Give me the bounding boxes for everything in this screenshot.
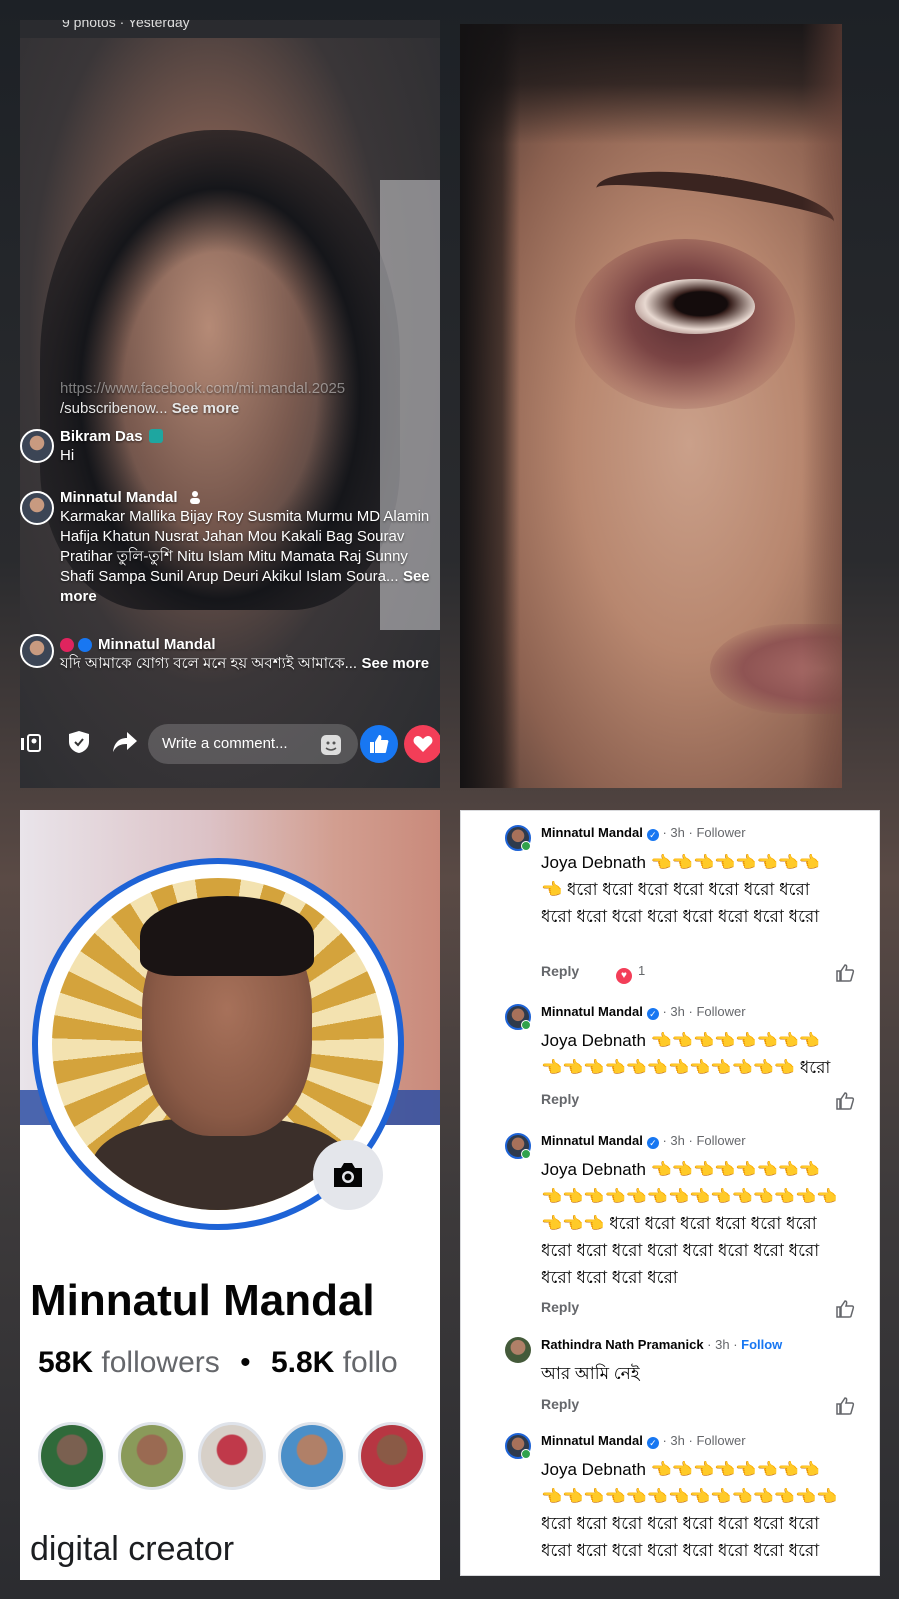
avatar[interactable]: [505, 1433, 531, 1459]
comment-header: Minnatul Mandal ✓ · 3h · Follower: [541, 1004, 746, 1020]
person-icon: [189, 491, 200, 504]
verified-icon: [78, 638, 92, 652]
comment-text: Joya Debnath 👈👈👈👈👈👈👈👈👈👈👈👈👈👈👈👈👈👈👈👈👈👈👈👈👈 ধ…: [541, 1160, 838, 1287]
comments-panel: Minnatul Mandal ✓ · 3h · Follower Joya De…: [460, 810, 880, 1576]
comment-time[interactable]: 3h: [670, 1433, 684, 1448]
comment-header: Rathindra Nath Pramanick · 3h · Follow: [541, 1337, 783, 1352]
see-more-link[interactable]: See more: [362, 655, 430, 672]
thumbs-up-icon: [370, 735, 389, 753]
comment-header: Minnatul Mandal ✓ · 3h · Follower: [541, 825, 746, 841]
live-comment: Minnatul Mandal যদি আমাকে যোগ্য বলে মনে …: [60, 636, 430, 672]
follower-badge: Follower: [696, 1133, 746, 1148]
verified-icon: ✓: [646, 1137, 659, 1149]
reply-button[interactable]: Reply: [541, 1091, 579, 1107]
follower-badge: Follower: [696, 825, 746, 840]
verified-icon: ✓: [646, 1437, 659, 1449]
avatar[interactable]: [505, 1337, 531, 1363]
comment-time[interactable]: 3h: [670, 825, 684, 840]
love-reaction-button[interactable]: [404, 725, 440, 763]
comment-author[interactable]: Minnatul Mandal: [541, 1133, 643, 1148]
following-label[interactable]: follo: [343, 1346, 398, 1379]
comment-time[interactable]: 3h: [715, 1337, 729, 1352]
live-comment: Minnatul Mandal Karmakar Mallika Bijay R…: [60, 489, 430, 605]
heart-icon: [413, 736, 433, 752]
photo-count-text: 9 photos · Yesterday: [62, 20, 190, 30]
following-count[interactable]: 5.8K: [271, 1346, 334, 1379]
comment-author[interactable]: Minnatul Mandal: [541, 825, 643, 840]
verified-icon: ✓: [646, 1008, 659, 1020]
reaction-count[interactable]: ♥ 1: [616, 963, 645, 984]
photo-count-bar: 9 photos · Yesterday: [20, 20, 440, 38]
live-video-panel: 9 photos · Yesterday https://www.faceboo…: [20, 20, 440, 788]
reply-button[interactable]: Reply: [541, 963, 579, 979]
follower-badge: Follower: [696, 1004, 746, 1019]
like-icon[interactable]: [835, 1299, 855, 1319]
live-icon: [60, 638, 74, 652]
reply-button[interactable]: Reply: [541, 1396, 579, 1412]
photo-eye: [635, 279, 755, 334]
info-icon[interactable]: [20, 732, 42, 754]
reply-button[interactable]: Reply: [541, 1299, 579, 1315]
like-icon[interactable]: [835, 1091, 855, 1111]
profile-panel: Minnatul Mandal 58K followers • 5.8K fol…: [20, 810, 440, 1580]
online-indicator: [521, 841, 531, 851]
comment-text: Joya Debnath 👈👈👈👈👈👈👈👈👈👈👈👈👈👈👈👈👈👈👈👈👈👈 ধরো …: [541, 1460, 838, 1560]
avatar[interactable]: [20, 634, 54, 668]
avatar[interactable]: [20, 429, 54, 463]
sticker-icon[interactable]: [320, 734, 342, 756]
comment-header: Minnatul Mandal ✓ · 3h · Follower: [541, 1133, 746, 1149]
follower-badge: Follower: [696, 1433, 746, 1448]
avatar[interactable]: [505, 1133, 531, 1159]
avatar[interactable]: [505, 825, 531, 851]
photo-hair-side: [460, 24, 520, 788]
see-more-link[interactable]: See more: [172, 400, 240, 417]
camera-button[interactable]: [313, 1140, 383, 1210]
online-indicator: [521, 1149, 531, 1159]
comment-author[interactable]: Minnatul Mandal: [541, 1433, 643, 1448]
like-icon[interactable]: [835, 1396, 855, 1416]
comment-text: Joya Debnath 👈👈👈👈👈👈👈👈👈 ধরো ধরো ধরো ধরো ধ…: [541, 853, 820, 926]
avatar[interactable]: [358, 1422, 426, 1490]
followers-count[interactable]: 58K: [38, 1346, 93, 1379]
like-icon[interactable]: [835, 963, 855, 983]
closeup-photo: [460, 24, 842, 788]
profile-category: digital creator: [30, 1530, 235, 1568]
comment-author[interactable]: Minnatul Mandal: [541, 1004, 643, 1019]
like-reaction-button[interactable]: [360, 725, 398, 763]
avatar[interactable]: [118, 1422, 186, 1490]
online-indicator: [521, 1449, 531, 1459]
online-indicator: [521, 1020, 531, 1030]
camera-icon: [334, 1163, 362, 1187]
shield-icon[interactable]: [68, 730, 90, 754]
avatar[interactable]: [20, 491, 54, 525]
photo-eyebrow: [592, 159, 838, 251]
avatar[interactable]: [198, 1422, 266, 1490]
followers-label[interactable]: followers: [101, 1346, 219, 1379]
friend-avatars: [38, 1422, 438, 1494]
comment-text: আর আমি নেই: [541, 1364, 640, 1383]
stats-separator: •: [240, 1346, 251, 1379]
profile-hair: [140, 896, 314, 976]
live-action-bar: Write a comment...: [20, 720, 440, 770]
profile-name: Minnatul Mandal: [30, 1276, 375, 1325]
follow-button[interactable]: Follow: [741, 1337, 782, 1352]
photo-shadow: [802, 24, 842, 788]
post-link[interactable]: https://www.facebook.com/mi.mandal.2025 …: [60, 379, 420, 419]
avatar[interactable]: [505, 1004, 531, 1030]
avatar[interactable]: [38, 1422, 106, 1490]
live-comment: Bikram Das Hi: [60, 428, 163, 466]
comment-time[interactable]: 3h: [670, 1133, 684, 1148]
fan-badge-icon: [148, 429, 163, 443]
profile-stats: 58K followers • 5.8K follo: [38, 1346, 398, 1380]
comment-header: Minnatul Mandal ✓ · 3h · Follower: [541, 1433, 746, 1449]
verified-icon: ✓: [646, 829, 659, 841]
comment-author[interactable]: Rathindra Nath Pramanick: [541, 1337, 704, 1352]
share-icon[interactable]: [112, 730, 138, 754]
heart-icon: ♥: [616, 968, 632, 984]
comment-text: Joya Debnath 👈👈👈👈👈👈👈👈👈👈👈👈👈👈👈👈👈👈👈👈 ধরো: [541, 1031, 831, 1077]
avatar[interactable]: [278, 1422, 346, 1490]
comment-time[interactable]: 3h: [670, 1004, 684, 1019]
